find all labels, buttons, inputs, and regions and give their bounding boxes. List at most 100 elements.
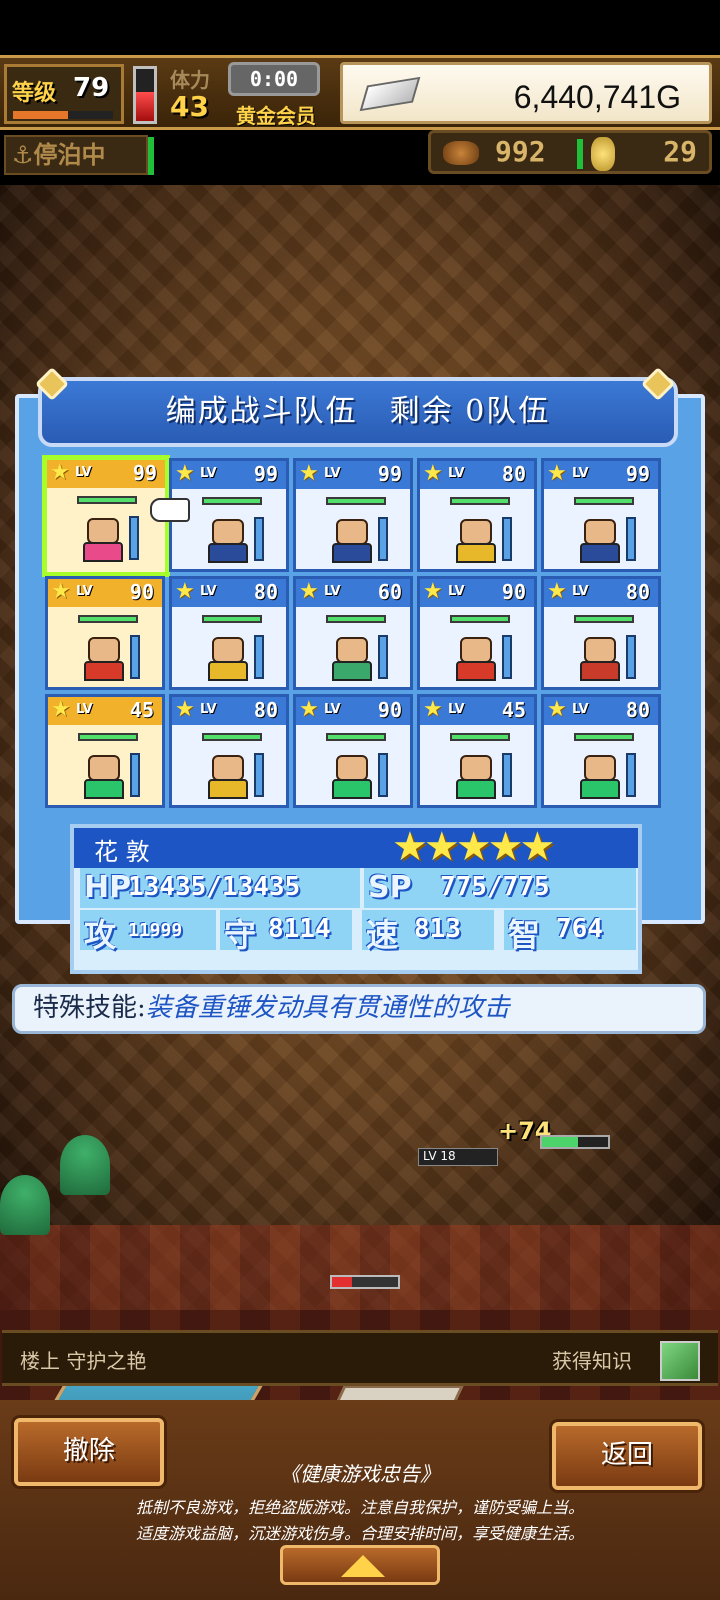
- star-icon: ★: [175, 697, 195, 722]
- food-value: 992: [495, 135, 546, 168]
- member-avatar: [450, 513, 512, 565]
- card-header: ★ LV 80: [420, 461, 534, 489]
- medal-value: 29: [663, 135, 697, 168]
- star-icon: ★: [175, 579, 195, 604]
- atk-row: 攻 11999: [80, 910, 216, 954]
- star-icon: ★: [299, 579, 319, 604]
- card-header: ★ LV 80: [544, 579, 658, 607]
- member-card[interactable]: ★ LV 90: [417, 576, 537, 690]
- rarity-stars: ★★★★★: [392, 824, 555, 870]
- card-header: ★ LV 45: [420, 697, 534, 725]
- lv-label: LV: [76, 702, 93, 717]
- member-card[interactable]: ★ LV 45: [417, 694, 537, 808]
- member-hp-bar: [202, 497, 262, 505]
- star-icon: ★: [51, 697, 71, 722]
- panel-title: 编成战斗队伍 剩余 0队伍: [38, 377, 678, 447]
- member-card[interactable]: ★ LV 90: [45, 576, 165, 690]
- member-level: 99: [377, 462, 402, 486]
- gold-display[interactable]: 6,440,741G: [340, 62, 712, 124]
- lv-label: LV: [448, 584, 465, 599]
- atk-value: 11999: [128, 920, 183, 941]
- lv-label: LV: [572, 584, 589, 599]
- expand-button[interactable]: [280, 1545, 440, 1585]
- member-avatar: [450, 631, 512, 683]
- member-name: 花 敦: [94, 838, 150, 866]
- member-hp-bar: [78, 733, 138, 741]
- knowledge-label: 获得知识: [552, 1349, 632, 1373]
- health-notice-line: 抵制不良游戏，拒绝盗版游戏。注意自我保护，谨防受骗上当。: [135, 1498, 584, 1517]
- lv-label: LV: [448, 466, 465, 481]
- lv-label: LV: [200, 584, 217, 599]
- member-card[interactable]: ★ LV 99: [293, 458, 413, 572]
- star-icon: ★: [547, 579, 567, 604]
- card-header: ★ LV 45: [48, 697, 162, 725]
- member-hp-bar: [574, 497, 634, 505]
- member-card[interactable]: ★ LV 90: [293, 694, 413, 808]
- member-card[interactable]: ★ LV 80: [417, 458, 537, 572]
- member-card[interactable]: ★ LV 80: [541, 694, 661, 808]
- lv-label: LV: [75, 465, 92, 480]
- lv-label: LV: [324, 702, 341, 717]
- member-hp-bar: [202, 615, 262, 623]
- member-card[interactable]: ★ LV 80: [169, 694, 289, 808]
- member-level: 80: [501, 462, 526, 486]
- card-header: ★ LV 99: [296, 461, 410, 489]
- resource-display[interactable]: 992 29: [428, 130, 712, 174]
- member-avatar: [202, 749, 264, 801]
- star-icon: ★: [547, 461, 567, 486]
- spd-label: 速: [366, 916, 399, 954]
- member-hp-bar: [326, 497, 386, 505]
- unit-progress-bar: [540, 1135, 610, 1149]
- member-card[interactable]: ★ LV 99: [541, 458, 661, 572]
- member-level: 90: [129, 580, 154, 604]
- card-header: ★ LV 99: [544, 461, 658, 489]
- sp-label: SP: [368, 870, 412, 905]
- member-level: 60: [377, 580, 402, 604]
- member-avatar: [78, 631, 140, 683]
- skill-text: 装备重锤发动具有贯通性的攻击: [145, 993, 510, 1023]
- stamina-label: 体力: [170, 68, 210, 92]
- member-hp-bar: [326, 733, 386, 741]
- membership-badge[interactable]: 黄金会员: [236, 100, 316, 129]
- int-row: 智 764: [504, 910, 636, 954]
- member-card[interactable]: ★ LV 45: [45, 694, 165, 808]
- member-card[interactable]: ★ LV 80: [169, 576, 289, 690]
- floor-info: 楼上 守护之艳: [20, 1349, 147, 1373]
- health-notice-line: 适度游戏益脑，沉迷游戏伤身。合理安排时间，享受健康生活。: [135, 1524, 584, 1543]
- member-card[interactable]: ★ LV 60: [293, 576, 413, 690]
- member-level: 99: [132, 461, 157, 485]
- palm-tree: [0, 1175, 50, 1235]
- member-card[interactable]: ★ LV 80: [541, 576, 661, 690]
- hand-pointer-icon: [150, 498, 190, 522]
- member-avatar: [326, 749, 388, 801]
- timer: 0:00: [228, 62, 320, 96]
- silver-bar-icon: [359, 76, 421, 112]
- special-skill-bar: 特殊技能:装备重锤发动具有贯通性的攻击: [12, 984, 706, 1034]
- card-header: ★ LV 99: [172, 461, 286, 489]
- player-level-box[interactable]: 等级 79: [4, 64, 124, 124]
- card-header: ★ LV 80: [172, 579, 286, 607]
- card-header: ★ LV 80: [544, 697, 658, 725]
- stamina-value: 43: [170, 90, 209, 123]
- info-bar: 楼上 守护之艳 获得知识: [2, 1330, 718, 1386]
- star-icon: ★: [423, 697, 443, 722]
- member-avatar: [326, 513, 388, 565]
- member-grid: ★ LV 99 ★ LV 99 ★ LV 99 ★ LV 80 ★ LV 99 ★ LV 90 ★ LV 80 ★ LV 60…: [42, 455, 675, 816]
- anchor-icon: ⚓: [12, 141, 34, 169]
- member-avatar: [574, 749, 636, 801]
- sp-row: SP 775/775: [364, 868, 636, 908]
- atk-label: 攻: [84, 916, 117, 954]
- dock-indicator: [148, 137, 154, 175]
- star-icon: ★: [175, 461, 195, 486]
- star-icon: ★: [423, 461, 443, 486]
- member-avatar: [450, 749, 512, 801]
- dock-status[interactable]: ⚓停泊中: [4, 135, 148, 175]
- member-hp-bar: [450, 733, 510, 741]
- book-icon[interactable]: [660, 1341, 700, 1381]
- star-icon: ★: [423, 579, 443, 604]
- lv-label: LV: [324, 584, 341, 599]
- member-avatar: [574, 513, 636, 565]
- star-icon: ★: [50, 460, 70, 485]
- hp-row: HP 13435/13435: [80, 868, 360, 908]
- member-level: 45: [501, 698, 526, 722]
